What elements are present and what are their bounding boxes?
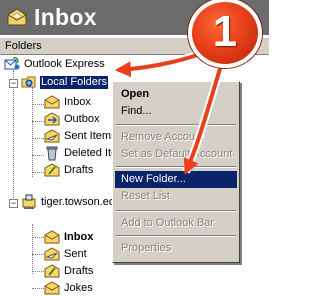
tree-connector — [32, 288, 44, 289]
step-number: 1 — [212, 7, 238, 56]
step-number-badge: 1 — [188, 0, 262, 68]
